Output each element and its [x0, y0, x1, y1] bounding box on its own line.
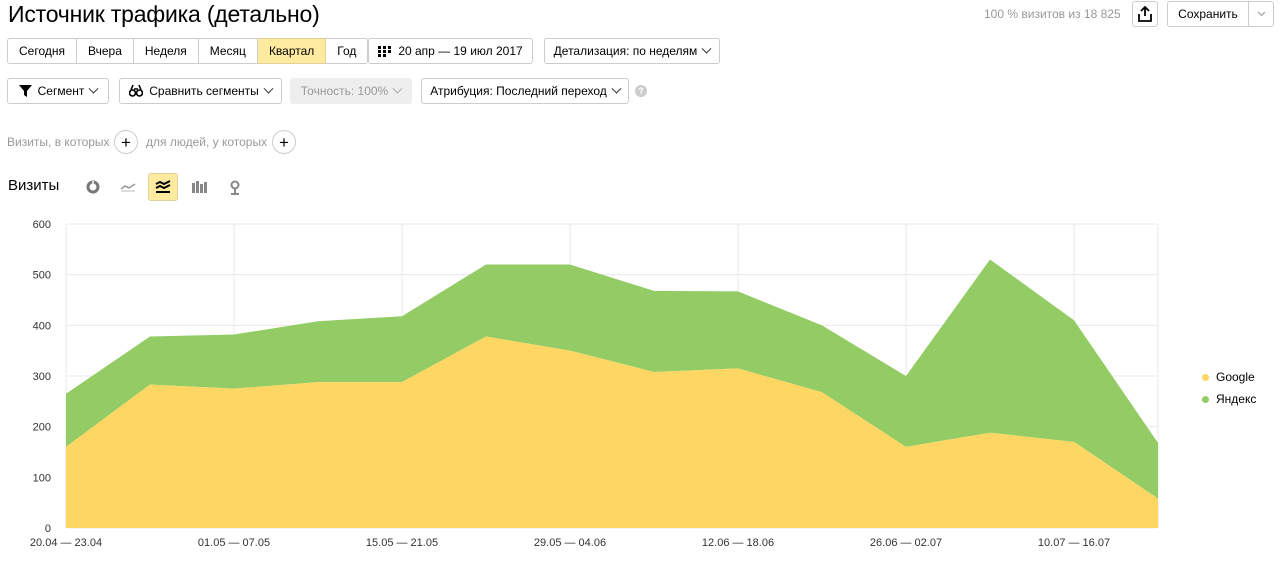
y-tick-label: 0: [45, 523, 51, 535]
add-people-condition-button[interactable]: +: [272, 130, 296, 154]
period-selector: Сегодня Вчера Неделя Месяц Квартал Год: [7, 38, 369, 64]
plus-icon: +: [279, 132, 289, 152]
detail-label: Детализация: по неделям: [553, 44, 698, 58]
y-tick-label: 600: [33, 219, 51, 231]
legend-label-yandex: Яндекс: [1216, 392, 1257, 406]
compare-segments-button[interactable]: Сравнить сегменты: [119, 78, 282, 104]
pie-chart-icon[interactable]: [78, 173, 108, 201]
segment-label: Сегмент: [37, 84, 85, 98]
y-tick-label: 400: [33, 320, 51, 332]
bar-chart-icon[interactable]: [184, 173, 214, 201]
export-icon: [1138, 6, 1152, 22]
calendar-icon: [378, 45, 392, 57]
legend-label-google: Google: [1216, 370, 1255, 384]
detail-dropdown[interactable]: Детализация: по неделям: [544, 38, 720, 64]
x-tick-label: 15.05 — 21.05: [366, 537, 438, 549]
segment-button[interactable]: Сегмент: [7, 78, 109, 104]
legend-item-yandex[interactable]: Яндекс: [1202, 392, 1256, 406]
compare-label: Сравнить сегменты: [149, 84, 259, 98]
y-tick-label: 200: [33, 422, 51, 434]
export-button[interactable]: [1132, 1, 1158, 27]
people-condition-label: для людей, у которых: [146, 135, 268, 149]
period-year[interactable]: Год: [326, 38, 369, 64]
y-tick-label: 500: [33, 270, 51, 282]
chevron-down-icon: [1257, 11, 1265, 17]
legend-item-google[interactable]: Google: [1202, 370, 1255, 384]
date-range-label: 20 апр — 19 июл 2017: [398, 44, 523, 58]
period-week[interactable]: Неделя: [133, 38, 199, 64]
chevron-down-icon: [88, 83, 99, 94]
y-tick-label: 300: [33, 371, 51, 383]
chevron-down-icon: [392, 83, 403, 94]
stacked-area-icon[interactable]: [148, 173, 178, 201]
x-tick-label: 01.05 — 07.05: [198, 537, 270, 549]
x-tick-label: 10.07 — 16.07: [1038, 537, 1110, 549]
date-range-button[interactable]: 20 апр — 19 июл 2017: [368, 38, 533, 64]
help-icon[interactable]: ?: [635, 85, 647, 97]
page-title: Источник трафика (детально): [8, 1, 320, 27]
line-chart-icon[interactable]: [113, 173, 143, 201]
visits-condition-label: Визиты, в которых: [7, 135, 110, 149]
visits-info: 100 % визитов из 18 825: [984, 7, 1121, 21]
save-button[interactable]: Сохранить: [1167, 1, 1249, 27]
chevron-down-icon: [263, 83, 274, 94]
map-pin-icon[interactable]: [220, 173, 250, 201]
chevron-down-icon: [701, 43, 712, 54]
add-visit-condition-button[interactable]: +: [114, 130, 138, 154]
period-today[interactable]: Сегодня: [7, 38, 77, 64]
chevron-down-icon: [611, 83, 622, 94]
y-tick-label: 100: [33, 472, 51, 484]
period-month[interactable]: Месяц: [198, 38, 258, 64]
x-tick-label: 26.06 — 02.07: [870, 537, 942, 549]
accuracy-dropdown[interactable]: Точность: 100%: [290, 78, 412, 104]
visits-area-chart: 0 100 200 300 400 500 600 20.04 — 23.04 01.05 — …: [30, 219, 1159, 549]
x-tick-label: 20.04 — 23.04: [30, 537, 102, 549]
filter-icon: [18, 85, 32, 97]
plus-icon: +: [121, 132, 131, 152]
attribution-dropdown[interactable]: Атрибуция: Последний переход: [421, 78, 629, 104]
save-dropdown-button[interactable]: [1248, 1, 1274, 27]
accuracy-label: Точность: 100%: [300, 84, 389, 98]
x-tick-label: 29.05 — 04.06: [534, 537, 606, 549]
legend-dot-google: [1202, 373, 1209, 381]
period-quarter[interactable]: Квартал: [257, 38, 327, 64]
chart-heading: Визиты: [8, 177, 60, 194]
legend-dot-yandex: [1202, 395, 1209, 403]
period-yesterday[interactable]: Вчера: [77, 38, 134, 64]
attribution-label: Атрибуция: Последний переход: [430, 84, 607, 98]
compare-icon: [129, 85, 144, 97]
x-tick-label: 12.06 — 18.06: [702, 537, 774, 549]
